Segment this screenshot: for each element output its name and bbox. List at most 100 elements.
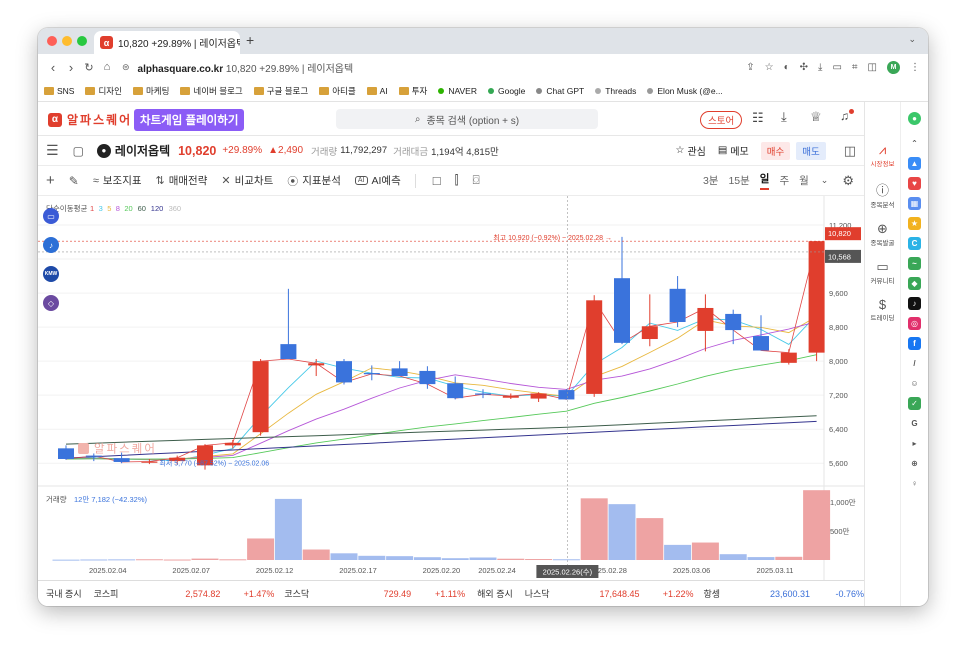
forward-icon[interactable]: › xyxy=(62,60,80,75)
volume-bar[interactable] xyxy=(191,558,219,560)
volume-bar[interactable] xyxy=(80,559,108,561)
candle[interactable] xyxy=(502,393,519,400)
tiktok-icon[interactable]: ♪ xyxy=(908,297,921,310)
pocket-icon[interactable]: ♥ xyxy=(908,177,921,190)
chart-game-promo-button[interactable]: 차트게임 플레이하기 xyxy=(134,109,245,131)
browser-tab[interactable]: α 10,820 +29.89% | 레이저옵텍 xyxy=(94,31,240,54)
chrome-ext-icon[interactable]: C xyxy=(908,237,921,250)
screen-icon[interactable]: ▭ xyxy=(43,208,59,224)
panel-toggle-icon[interactable]: ◫ xyxy=(844,143,856,159)
green-circle-icon[interactable]: ● xyxy=(908,112,921,125)
bookmark-4[interactable]: 구글 블로그 xyxy=(253,85,308,97)
volume-bar[interactable] xyxy=(135,559,163,561)
interval-4[interactable]: 월 xyxy=(799,173,809,188)
weather-icon[interactable]: ▲ xyxy=(908,157,921,170)
candle[interactable] xyxy=(780,349,797,365)
sidebar-toggle-icon[interactable]: ◫ xyxy=(868,62,877,73)
add-icon[interactable]: + xyxy=(46,172,55,189)
camera-icon[interactable]: ⌼ xyxy=(472,173,479,188)
aux-indicator-button[interactable]: ≈ 보조지표 xyxy=(93,173,142,188)
candle-type-icon[interactable]: ⫿ xyxy=(455,173,459,188)
volume-bar[interactable] xyxy=(441,558,469,560)
ma-period-5[interactable]: 5 xyxy=(107,204,111,213)
candle[interactable] xyxy=(224,439,241,449)
add-ext-icon[interactable]: ⊕ xyxy=(908,457,921,470)
volume-bar[interactable] xyxy=(163,559,191,561)
interval-3[interactable]: 주 xyxy=(779,173,789,188)
volume-bar[interactable] xyxy=(108,559,136,561)
sidebar-item-0[interactable]: ⩘ 시장정보 xyxy=(865,142,900,168)
bookmark-2[interactable]: 마케팅 xyxy=(132,85,169,97)
back-icon[interactable]: ‹ xyxy=(44,60,62,75)
candle[interactable] xyxy=(252,359,269,436)
volume-bar[interactable] xyxy=(469,557,497,560)
scroll-up-icon[interactable]: ⌃ xyxy=(908,137,921,150)
bookmark-10[interactable]: Chat GPT xyxy=(536,86,584,96)
tab-list-chevron-icon[interactable]: ⌄ xyxy=(908,34,916,45)
ma-period-360[interactable]: 360 xyxy=(169,204,182,213)
ticker-index-name[interactable]: 항셍 xyxy=(704,587,721,600)
zoom-window-button[interactable] xyxy=(77,36,87,46)
file-icon[interactable]: ☷ xyxy=(752,110,764,126)
candle[interactable] xyxy=(280,288,297,360)
candle[interactable] xyxy=(391,361,408,377)
candle[interactable] xyxy=(58,445,74,460)
volume-bar[interactable] xyxy=(52,559,80,561)
draw-pen-icon[interactable]: ✎ xyxy=(69,174,79,188)
minimize-window-button[interactable] xyxy=(62,36,72,46)
facebook-icon[interactable]: f xyxy=(908,337,921,350)
volume-bar[interactable] xyxy=(803,490,831,560)
interval-0[interactable]: 3분 xyxy=(703,173,719,188)
screenshot-icon[interactable]: ⌗ xyxy=(852,62,858,73)
bookmark-6[interactable]: AI xyxy=(366,86,388,96)
volume-bar[interactable] xyxy=(219,559,247,561)
site-info-icon[interactable]: ⊜ xyxy=(122,62,130,73)
bookmark-12[interactable]: Elon Musk (@e... xyxy=(647,86,723,96)
trophy-icon[interactable]: ♕ xyxy=(810,109,822,125)
brand-icon[interactable]: ◇ xyxy=(43,295,59,311)
sidebar-item-3[interactable]: ▭ 커뮤니티 xyxy=(865,259,900,285)
volume-bar[interactable] xyxy=(330,553,358,560)
kmw-icon[interactable]: KMW xyxy=(43,266,59,282)
volume-bar[interactable] xyxy=(775,556,803,560)
volume-bar[interactable] xyxy=(274,498,302,560)
ticker-index-name[interactable]: 코스피 xyxy=(94,587,119,600)
ma-period-8[interactable]: 8 xyxy=(116,204,120,213)
volume-bar[interactable] xyxy=(719,554,747,560)
bookmark-3[interactable]: 네이버 블로그 xyxy=(180,85,243,97)
sidebar-item-4[interactable]: $ 트레이딩 xyxy=(865,297,900,322)
play-icon[interactable]: ▸ xyxy=(908,437,921,450)
indicator-analysis-button[interactable]: ⦿ 지표분석 xyxy=(287,173,341,189)
volume-bar[interactable] xyxy=(497,558,525,560)
candle[interactable] xyxy=(641,294,658,347)
store-button[interactable]: 스토어 xyxy=(700,111,743,129)
notification-bell-icon[interactable]: ♫ xyxy=(840,109,849,123)
ma-period-3[interactable]: 3 xyxy=(99,204,103,213)
strategy-button[interactable]: ⇅ 매매전략 xyxy=(156,173,208,188)
bookmark-1[interactable]: 디자인 xyxy=(85,85,122,97)
browser-menu-icon[interactable]: ⋮ xyxy=(910,62,920,73)
volume-bar[interactable] xyxy=(302,549,330,560)
ma-period-20[interactable]: 20 xyxy=(124,204,132,213)
share-icon[interactable]: ⇪ xyxy=(746,62,754,73)
bookmark-0[interactable]: SNS xyxy=(44,86,74,96)
candle[interactable] xyxy=(447,376,464,400)
bookmark-11[interactable]: Threads xyxy=(595,86,636,96)
pin-icon[interactable]: ♀ xyxy=(908,477,921,490)
buy-button[interactable]: 매수 xyxy=(760,141,791,160)
profile-avatar[interactable]: M xyxy=(887,60,900,74)
bookmark-9[interactable]: Google xyxy=(487,86,525,96)
ma-period-60[interactable]: 60 xyxy=(138,204,146,213)
candle[interactable] xyxy=(697,294,714,352)
volume-bar[interactable] xyxy=(636,518,664,560)
volume-bar[interactable] xyxy=(525,559,553,561)
memo-button[interactable]: 메모 xyxy=(730,143,748,158)
face-icon[interactable]: ☺ xyxy=(908,377,921,390)
candle[interactable] xyxy=(586,295,603,397)
ticker-index-name[interactable]: 코스닥 xyxy=(284,587,309,600)
candle[interactable] xyxy=(336,359,352,385)
ticker-index-name[interactable]: 나스닥 xyxy=(525,587,550,600)
watch-button[interactable]: 관심 xyxy=(687,143,705,158)
volume-bar[interactable] xyxy=(247,538,275,560)
interval-2[interactable]: 일 xyxy=(759,171,770,190)
